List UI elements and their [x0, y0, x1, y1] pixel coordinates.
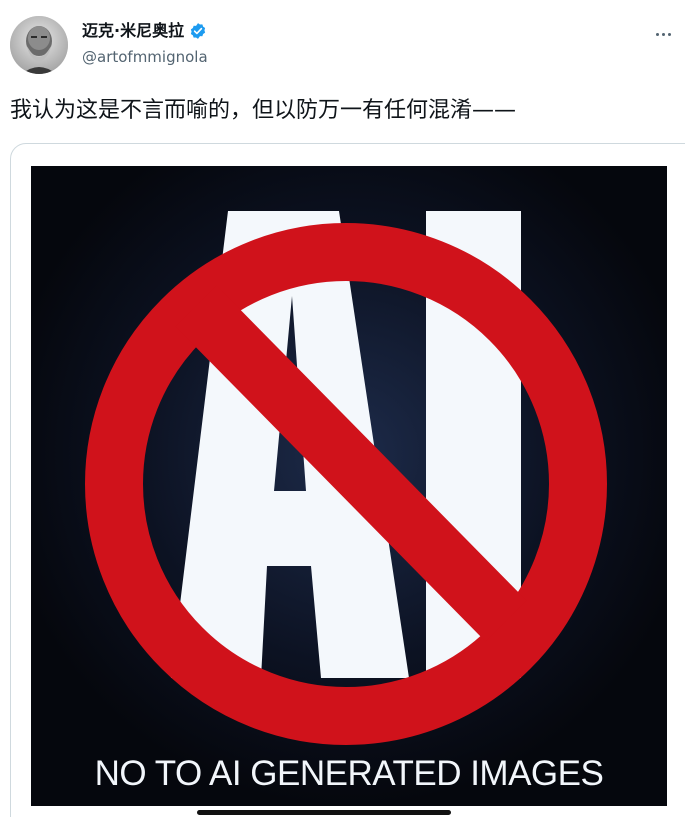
avatar[interactable]: [10, 16, 68, 74]
more-dot: [667, 32, 671, 36]
more-dot: [655, 32, 659, 36]
tweet: 迈克·米尼奥拉 @artofmmignola 我认为这是不言而喻的，但以防万一有…: [0, 0, 685, 817]
author-name-row[interactable]: 迈克·米尼奥拉: [82, 21, 207, 41]
more-options-icon[interactable]: [646, 22, 680, 46]
tweet-header: 迈克·米尼奥拉 @artofmmignola: [10, 14, 685, 76]
no-ai-symbol: [31, 166, 667, 806]
home-indicator: [197, 810, 451, 815]
verified-badge-icon[interactable]: [189, 22, 207, 40]
image-caption: NO TO AI GENERATED IMAGES: [94, 754, 604, 793]
more-dot: [661, 32, 665, 36]
media-card[interactable]: NO TO AI GENERATED IMAGES: [10, 143, 685, 817]
no-ai-image[interactable]: NO TO AI GENERATED IMAGES: [31, 166, 667, 806]
author-handle[interactable]: @artofmmignola: [82, 47, 208, 67]
tweet-text: 我认为这是不言而喻的，但以防万一有任何混淆——: [10, 98, 517, 123]
author-display-name[interactable]: 迈克·米尼奥拉: [82, 21, 184, 41]
